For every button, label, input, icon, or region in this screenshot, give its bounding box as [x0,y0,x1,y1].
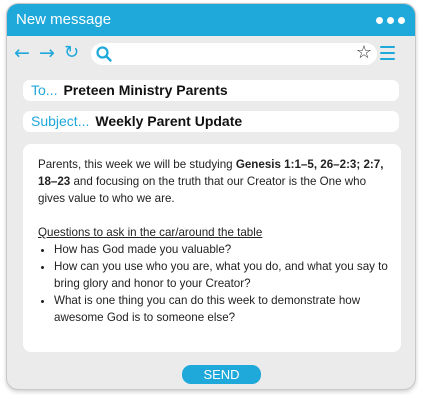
window-title: New message [16,11,112,28]
back-arrow-icon[interactable]: ← [14,42,30,64]
intro-paragraph: Parents, this week we will be studying G… [38,156,389,207]
browser-toolbar: ← → ↻ ☆ [7,39,415,69]
questions-list: How has God made you valuable? How can y… [38,241,389,326]
message-body[interactable]: Parents, this week we will be studying G… [23,144,401,352]
star-icon[interactable]: ☆ [356,42,372,63]
refresh-icon[interactable]: ↻ [64,42,79,64]
to-label: To... [31,82,58,98]
forward-arrow-icon[interactable]: → [39,42,55,64]
url-bar[interactable]: ☆ [91,42,377,65]
search-icon [96,46,112,62]
dot [387,17,394,24]
intro-text-b: and focusing on the truth that our Creat… [38,175,367,205]
more-dots-icon[interactable] [376,17,405,24]
to-field[interactable]: To... Preteen Ministry Parents [23,80,399,101]
subject-value: Weekly Parent Update [95,113,243,129]
question-item: How has God made you valuable? [54,241,389,258]
email-window: New message ← → ↻ ☆ To... Preteen Ministr… [6,3,416,390]
question-item: What is one thing you can do this week t… [54,292,389,326]
intro-text-a: Parents, this week we will be studying [38,158,236,171]
questions-heading: Questions to ask in the car/around the t… [38,226,263,239]
to-value: Preteen Ministry Parents [63,82,228,98]
subject-field[interactable]: Subject... Weekly Parent Update [23,111,399,132]
dot [398,17,405,24]
subject-label: Subject... [31,113,90,129]
question-item: How can you use who you are, what you do… [54,258,389,292]
send-button[interactable]: SEND [182,365,261,384]
dot [376,17,383,24]
title-bar: New message [7,4,415,36]
hamburger-menu-icon[interactable] [380,46,395,60]
